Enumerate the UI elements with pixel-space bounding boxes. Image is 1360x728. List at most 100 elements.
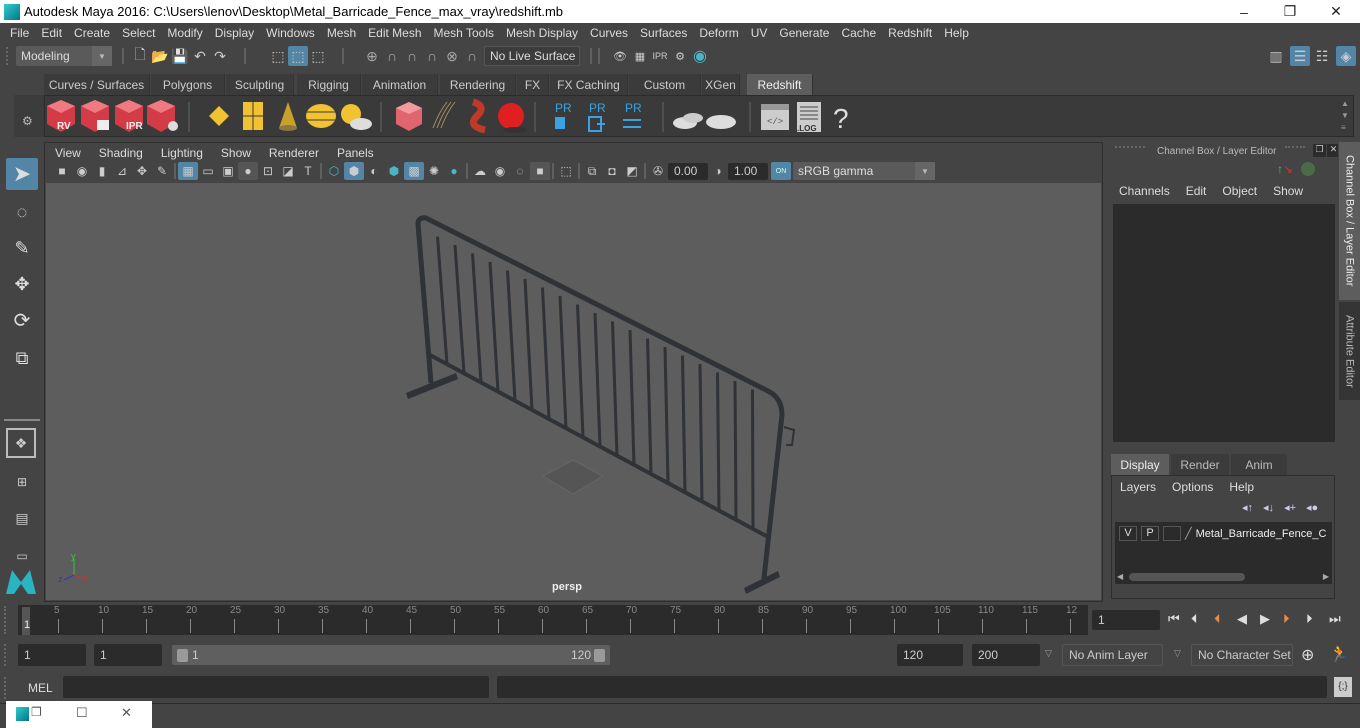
- drag-handle[interactable]: [4, 644, 12, 666]
- play-backwards-icon[interactable]: ◀: [1237, 611, 1257, 627]
- menu-curves[interactable]: Curves: [584, 26, 634, 40]
- portal-light-icon[interactable]: [243, 102, 263, 130]
- viewport-menu-panels[interactable]: Panels: [328, 146, 383, 160]
- command-language-toggle[interactable]: MEL: [28, 681, 53, 695]
- channel-box-menu-channels[interactable]: Channels: [1119, 184, 1170, 198]
- float-panel-button[interactable]: ❐: [1313, 144, 1326, 157]
- help-icon[interactable]: ?: [833, 103, 849, 134]
- select-tool-icon[interactable]: ➤: [6, 158, 38, 190]
- layer-menu-layers[interactable]: Layers: [1120, 480, 1156, 494]
- channel-box-toggle-icon[interactable]: ◈: [1336, 46, 1356, 66]
- viewport-menu-shading[interactable]: Shading: [90, 146, 152, 160]
- shadows-icon[interactable]: ●: [444, 162, 464, 180]
- drag-handle[interactable]: [1285, 146, 1305, 154]
- lights-icon[interactable]: ✺: [424, 162, 444, 180]
- menu-create[interactable]: Create: [68, 26, 116, 40]
- restore-button[interactable]: ❐: [1267, 0, 1313, 23]
- exposure-icon[interactable]: ✇: [648, 162, 668, 180]
- channel-box-side-tab[interactable]: Channel Box / Layer Editor: [1339, 142, 1360, 300]
- layer-tab-anim[interactable]: Anim: [1231, 454, 1287, 476]
- hypershade-icon[interactable]: ◉: [690, 46, 710, 66]
- menu-surfaces[interactable]: Surfaces: [634, 26, 693, 40]
- shelf-tab-fx-caching[interactable]: FX Caching: [550, 74, 628, 95]
- snap-point-icon[interactable]: ∩: [402, 46, 422, 66]
- move-layer-up-icon[interactable]: ◂↑: [1242, 501, 1253, 514]
- current-frame-field[interactable]: 1: [1092, 610, 1160, 630]
- image-plane-icon[interactable]: ⊿: [112, 162, 132, 180]
- step-forward-key-icon[interactable]: ⏵: [1283, 611, 1303, 627]
- scale-tool-icon[interactable]: ⧉: [6, 342, 38, 374]
- color-management-toggle[interactable]: ON: [771, 162, 791, 180]
- playback-end-field[interactable]: 120: [897, 644, 963, 666]
- modeling-toolkit-icon[interactable]: ▥: [1266, 46, 1286, 66]
- character-set-dropdown-arrow[interactable]: ▽: [1174, 648, 1181, 659]
- step-back-frame-icon[interactable]: ⏴: [1191, 611, 1211, 627]
- menu-mesh[interactable]: Mesh: [321, 26, 362, 40]
- playback-start-field[interactable]: 1: [94, 644, 162, 666]
- maya-home-icon[interactable]: [4, 566, 38, 596]
- viewport-menu-view[interactable]: View: [46, 146, 90, 160]
- barricade-fence-model[interactable]: [46, 183, 1101, 600]
- channel-box-menu-show[interactable]: Show: [1273, 184, 1303, 198]
- outliner-layout-icon[interactable]: ▤: [6, 502, 38, 534]
- menu-edit[interactable]: Edit: [35, 26, 68, 40]
- range-end-handle[interactable]: [594, 649, 605, 662]
- wireframe-icon[interactable]: ⬡: [324, 162, 344, 180]
- layer-visibility-toggle[interactable]: V: [1119, 526, 1137, 541]
- resolution-gate-icon[interactable]: ▣: [218, 162, 238, 180]
- go-to-end-icon[interactable]: ⏭: [1329, 611, 1349, 627]
- safe-action-icon[interactable]: ◪: [278, 162, 298, 180]
- anim-layer-dropdown-arrow[interactable]: ▽: [1045, 648, 1052, 659]
- gamma-icon[interactable]: ◑: [708, 162, 728, 180]
- single-perspective-layout-icon[interactable]: ❖: [6, 428, 36, 458]
- snap-curve-icon[interactable]: ∩: [382, 46, 402, 66]
- menuset-dropdown[interactable]: Modeling ▼: [16, 46, 112, 66]
- xray-joints-icon[interactable]: ⧉: [582, 162, 602, 180]
- proxy-cube-icon[interactable]: [396, 102, 422, 131]
- select-object-icon[interactable]: ⬚: [288, 46, 308, 66]
- exposure-field[interactable]: 0.00: [668, 162, 708, 180]
- shelf-tab-animation[interactable]: Animation: [362, 74, 438, 95]
- ambient-occlusion-icon[interactable]: ☁: [470, 162, 490, 180]
- shelf-tab-curves-surfaces[interactable]: Curves / Surfaces: [44, 74, 150, 95]
- render-sequence-icon[interactable]: [81, 100, 109, 132]
- shelf-tab-rigging[interactable]: Rigging: [297, 74, 361, 95]
- channel-box-menu-object[interactable]: Object: [1222, 184, 1257, 198]
- animation-start-field[interactable]: 1: [18, 644, 86, 666]
- layer-row[interactable]: V P ╱ Metal_Barricade_Fence_C: [1119, 526, 1326, 541]
- shelf-settings-icon[interactable]: ⚙: [22, 114, 33, 128]
- menu-generate[interactable]: Generate: [773, 26, 835, 40]
- attribute-editor-toggle-icon[interactable]: ☰: [1290, 46, 1310, 66]
- anti-aliasing-icon[interactable]: ◌: [510, 162, 530, 180]
- menu-redshift[interactable]: Redshift: [882, 26, 938, 40]
- shelf-scroll-buttons[interactable]: ▲ ▼ ≡: [1341, 98, 1351, 134]
- command-input[interactable]: [63, 676, 489, 698]
- drag-handle[interactable]: [1115, 146, 1145, 154]
- move-tool-icon[interactable]: ✥: [6, 268, 38, 300]
- animation-end-field[interactable]: 200: [972, 644, 1040, 666]
- shelf-tab-polygons[interactable]: Polygons: [151, 74, 225, 95]
- sun-sky-icon[interactable]: [341, 104, 372, 130]
- menu-help[interactable]: Help: [938, 26, 975, 40]
- bake-multiple-icon[interactable]: [673, 113, 703, 129]
- render-settings-icon[interactable]: ⚙: [670, 46, 690, 66]
- menu-edit-mesh[interactable]: Edit Mesh: [362, 26, 427, 40]
- sphere-object-icon[interactable]: [498, 103, 527, 133]
- layer-menu-options[interactable]: Options: [1172, 480, 1213, 494]
- undo-icon[interactable]: ↶: [190, 46, 210, 66]
- shelf-tab-custom[interactable]: Custom: [629, 74, 701, 95]
- script-editor-icon[interactable]: </>: [761, 104, 789, 130]
- hair-icon[interactable]: [432, 101, 456, 129]
- snap-view-plane-icon[interactable]: ∩: [422, 46, 442, 66]
- camera-select-icon[interactable]: ■: [52, 162, 72, 180]
- animation-preferences-icon[interactable]: 🏃: [1329, 644, 1349, 664]
- menu-mesh-tools[interactable]: Mesh Tools: [428, 26, 500, 40]
- minimized-window[interactable]: ❐ ☐ ✕: [6, 701, 152, 728]
- layer-tab-render[interactable]: Render: [1171, 454, 1229, 476]
- bookmark-icon[interactable]: ▮: [92, 162, 112, 180]
- drag-handle[interactable]: [4, 677, 12, 699]
- pr-export-icon[interactable]: [588, 116, 605, 132]
- go-to-start-icon[interactable]: ⏮: [1168, 611, 1188, 627]
- menu-modify[interactable]: Modify: [161, 26, 208, 40]
- wireframe-on-shaded-icon[interactable]: ◐: [364, 162, 384, 180]
